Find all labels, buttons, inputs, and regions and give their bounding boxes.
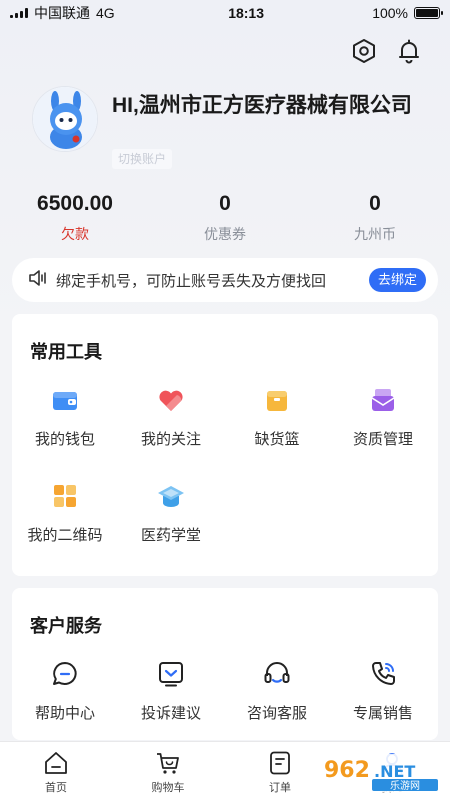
stat-value: 0 [369, 192, 381, 215]
bell-icon[interactable] [396, 38, 422, 64]
phone-icon [369, 660, 397, 688]
tool-qrcode[interactable]: 我的二维码 [12, 482, 118, 545]
certificate-icon [369, 386, 397, 414]
tools-card: 常用工具 我的钱包 我的关注 缺货篮 资质管理 我的二维码 医药学堂 [12, 314, 438, 576]
customer-service-card: 客户服务 帮助中心 投诉建议 咨询客服 专属销售 [12, 588, 438, 740]
chat-bubble-icon [51, 660, 79, 688]
service-help-center[interactable]: 帮助中心 [12, 660, 118, 723]
service-label: 帮助中心 [34, 705, 95, 722]
services-title: 客户服务 [30, 616, 102, 636]
service-complaint[interactable]: 投诉建议 [118, 660, 224, 723]
service-label: 投诉建议 [140, 705, 201, 722]
tool-label: 我的二维码 [27, 527, 103, 544]
service-consult[interactable]: 咨询客服 [224, 660, 330, 723]
tool-label: 我的关注 [140, 431, 201, 448]
order-icon [267, 750, 293, 776]
profile-name: HI,温州市正方医疗器械有限公司 [112, 94, 412, 117]
clock: 18:13 [228, 5, 264, 21]
stat-label: 优惠券 [204, 226, 246, 242]
nav-cart[interactable]: 购物车 [112, 742, 224, 800]
headset-icon [263, 660, 291, 688]
switch-account-button[interactable]: 切换账户 [112, 149, 173, 169]
bind-phone-text: 绑定手机号，可防止账号丢失及方便找回 [56, 272, 327, 290]
battery-percent: 100% [372, 5, 408, 21]
cart-icon [155, 750, 181, 776]
status-bar: 中国联通 4G 18:13 100% [0, 0, 450, 26]
watermark-logo: 962 .NET 乐游网 [316, 748, 446, 796]
heart-icon [157, 386, 185, 414]
stat-coins[interactable]: 0 九州币 [300, 192, 450, 244]
tool-qualification[interactable]: 资质管理 [330, 386, 436, 449]
service-dedicated-sales[interactable]: 专属销售 [330, 660, 436, 723]
home-icon [43, 750, 69, 776]
carrier-label: 中国联通 [34, 5, 90, 21]
service-label: 咨询客服 [246, 705, 307, 722]
tool-wallet[interactable]: 我的钱包 [12, 386, 118, 449]
tool-label: 医药学堂 [140, 527, 201, 544]
stat-label: 九州币 [354, 226, 396, 242]
bind-phone-button[interactable]: 去绑定 [368, 268, 426, 292]
tools-title: 常用工具 [30, 342, 102, 362]
nav-label: 首页 [45, 782, 67, 794]
nav-home[interactable]: 首页 [0, 742, 112, 800]
svg-text:962: 962 [324, 758, 370, 783]
tool-label: 资质管理 [352, 431, 413, 448]
complaint-icon [157, 660, 185, 688]
signal-icon [10, 8, 28, 18]
stat-label: 欠款 [61, 226, 89, 242]
speaker-icon [28, 269, 48, 292]
svg-text:.NET: .NET [374, 762, 415, 781]
tool-label: 缺货篮 [254, 431, 300, 448]
account-stats: 6500.00 欠款 0 优惠券 0 九州币 [0, 192, 450, 244]
basket-icon [263, 386, 291, 414]
avatar[interactable] [32, 86, 98, 152]
tool-favorites[interactable]: 我的关注 [118, 386, 224, 449]
stat-coupons[interactable]: 0 优惠券 [150, 192, 300, 244]
stat-debt[interactable]: 6500.00 欠款 [0, 192, 150, 244]
nav-label: 购物车 [151, 782, 185, 794]
stat-value: 6500.00 [37, 192, 113, 215]
wallet-icon [51, 386, 79, 414]
service-label: 专属销售 [352, 705, 413, 722]
svg-text:乐游网: 乐游网 [390, 779, 420, 792]
tool-label: 我的钱包 [34, 431, 95, 448]
tool-pharma-academy[interactable]: 医药学堂 [118, 482, 224, 545]
bind-phone-banner: 绑定手机号，可防止账号丢失及方便找回 去绑定 [12, 258, 438, 302]
network-label: 4G [96, 5, 115, 21]
battery-icon [414, 7, 443, 19]
tool-stockout-basket[interactable]: 缺货篮 [224, 386, 330, 449]
qrcode-icon [51, 482, 79, 510]
stat-value: 0 [219, 192, 231, 215]
settings-icon[interactable] [351, 38, 377, 64]
robot-mascot-icon [33, 87, 97, 151]
graduation-cap-icon [157, 482, 185, 510]
